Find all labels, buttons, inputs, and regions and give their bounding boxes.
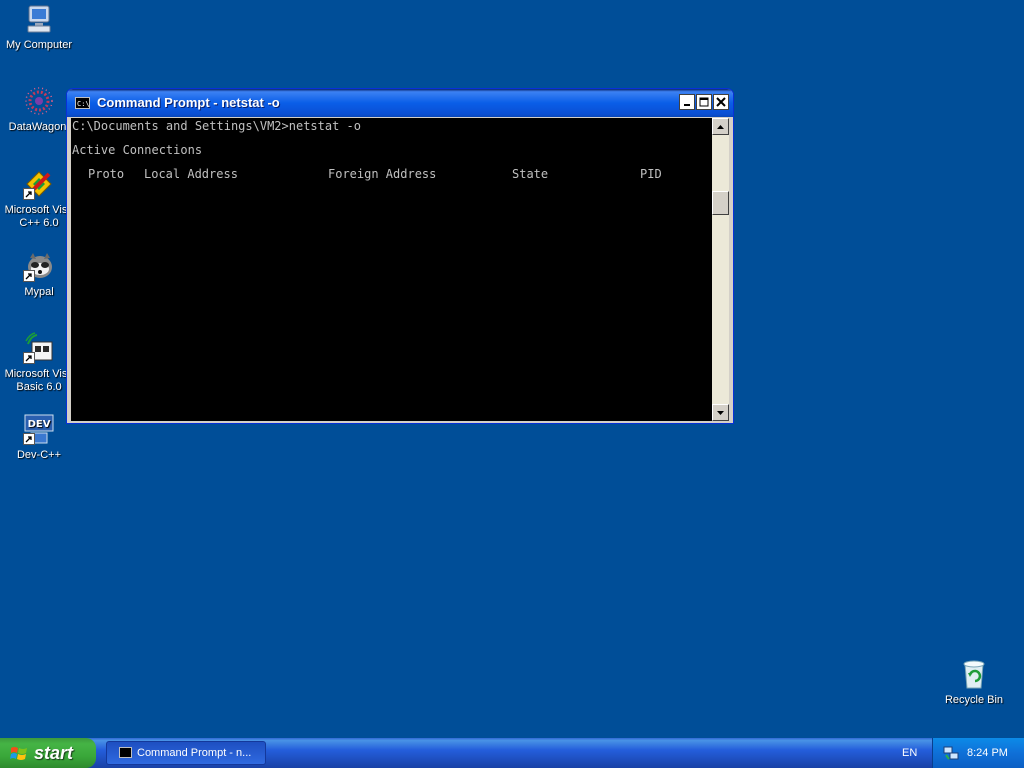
console-prompt-line: C:\Documents and Settings\VM2>netstat -o [72, 119, 361, 133]
window-title: Command Prompt - netstat -o [97, 95, 280, 110]
desktop-icon-label: Recycle Bin [944, 694, 1004, 706]
visual-cpp-icon [23, 168, 55, 200]
scroll-thumb[interactable] [712, 191, 729, 215]
clock: 8:24 PM [967, 747, 1008, 759]
recycle-bin-icon [958, 658, 990, 690]
close-icon [716, 97, 726, 107]
scroll-up-button[interactable] [712, 118, 729, 135]
maximize-icon [699, 97, 709, 107]
desktop-icon-recycle-bin[interactable]: Recycle Bin [935, 658, 1013, 707]
visual-basic-icon [23, 332, 55, 364]
desktop-icon-label: Dev-C++ [16, 449, 62, 461]
column-header-proto: Proto [88, 167, 125, 181]
column-header-local-address: Local Address [144, 167, 238, 181]
shortcut-arrow-icon [23, 352, 35, 364]
datawagon-icon [23, 85, 55, 117]
desktop-icon-label: My Computer [5, 39, 73, 51]
maximize-button[interactable] [696, 94, 712, 110]
shortcut-arrow-icon [23, 270, 35, 282]
console-heading: Active Connections [72, 143, 203, 157]
desktop-icon-my-computer[interactable]: My Computer [0, 3, 78, 52]
column-header-foreign-address: Foreign Address [328, 167, 437, 181]
taskbar-button-command-prompt[interactable]: Command Prompt - n... [106, 741, 266, 765]
console-output[interactable]: C:\Documents and Settings\VM2>netstat -o… [71, 118, 712, 421]
shortcut-arrow-icon [23, 433, 35, 445]
close-button[interactable] [713, 94, 729, 110]
network-icon[interactable] [943, 745, 959, 761]
shortcut-arrow-icon [23, 188, 35, 200]
dev-cpp-icon: DEV [23, 413, 55, 445]
computer-icon [23, 3, 55, 35]
taskbar-button-label: Command Prompt - n... [137, 747, 252, 759]
column-header-state: State [512, 167, 549, 181]
arrow-up-icon [717, 124, 724, 129]
console-icon: C:\ [75, 97, 90, 109]
minimize-icon [684, 104, 690, 106]
console-icon [119, 747, 132, 758]
vertical-scrollbar[interactable] [712, 118, 729, 421]
desktop: { "desktop": { "icons": [ {"label": "My … [0, 0, 1024, 768]
start-label: start [34, 743, 74, 763]
command-prompt-window[interactable]: C:\ Command Prompt - netstat -o C:\Docum… [66, 88, 734, 424]
system-tray: 8:24 PM [932, 738, 1024, 768]
language-indicator[interactable]: EN [902, 738, 917, 768]
mypal-icon [23, 250, 55, 282]
arrow-down-icon [717, 410, 724, 415]
start-button[interactable]: start [0, 738, 96, 768]
taskbar: start Command Prompt - n... EN 8:24 PM [0, 738, 1024, 768]
minimize-button[interactable] [679, 94, 695, 110]
column-header-pid: PID [640, 167, 662, 181]
svg-text:DEV: DEV [28, 419, 51, 430]
window-titlebar[interactable]: C:\ Command Prompt - netstat -o [67, 89, 733, 117]
scroll-down-button[interactable] [712, 404, 729, 421]
windows-logo-icon [10, 747, 27, 760]
